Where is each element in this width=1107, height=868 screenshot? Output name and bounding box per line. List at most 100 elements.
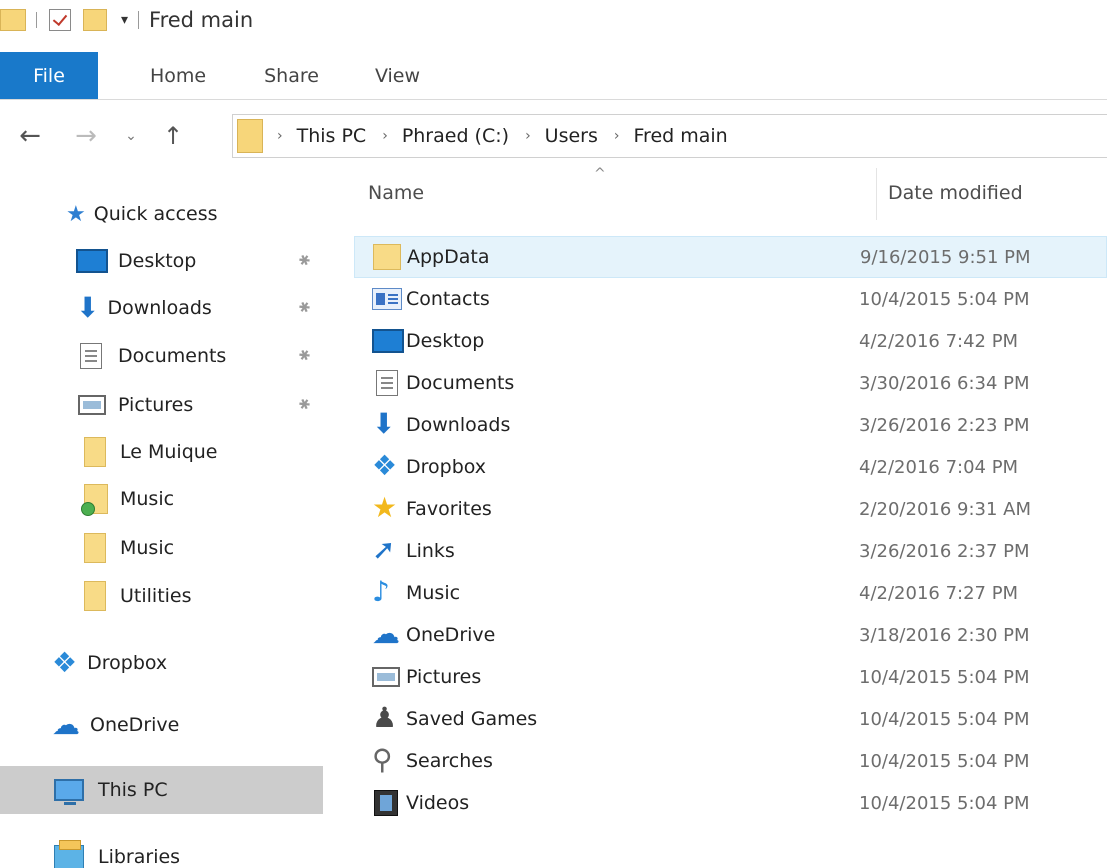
file-date-modified: 2/20/2016 9:31 AM bbox=[859, 498, 1032, 520]
file-date-modified: 10/4/2015 5:04 PM bbox=[859, 750, 1030, 772]
desktop-icon bbox=[372, 329, 404, 353]
pin-icon[interactable]: ✱ bbox=[294, 346, 313, 366]
file-row[interactable]: Documents 3/30/2016 6:34 PM bbox=[354, 362, 1107, 404]
back-arrow-icon[interactable]: ← bbox=[10, 121, 50, 151]
sidebar-item-label: Pictures bbox=[118, 394, 194, 416]
file-row[interactable]: AppData 9/16/2015 9:51 PM bbox=[354, 236, 1107, 278]
file-name: Searches bbox=[406, 750, 493, 772]
new-folder-icon[interactable] bbox=[83, 9, 107, 31]
file-date-modified: 3/30/2016 6:34 PM bbox=[859, 372, 1030, 394]
tab-view[interactable]: View bbox=[375, 52, 420, 99]
sidebar-item-label: Quick access bbox=[93, 203, 218, 225]
sidebar-item-downloads[interactable]: ⬇ Downloads ✱ bbox=[0, 287, 330, 329]
sidebar-item-this-pc[interactable]: This PC bbox=[0, 766, 323, 814]
sidebar-item-music[interactable]: Music bbox=[0, 527, 330, 569]
folder-icon[interactable] bbox=[0, 9, 26, 31]
toolbar-separator bbox=[138, 11, 140, 29]
sort-ascending-indicator: ^ bbox=[594, 166, 606, 182]
link-arrow-icon: ➚ bbox=[372, 533, 396, 566]
sidebar-item-label: Libraries bbox=[98, 846, 181, 868]
tab-file[interactable]: File bbox=[0, 52, 98, 99]
desktop-icon bbox=[76, 249, 108, 273]
sidebar-item-music-synced[interactable]: Music bbox=[0, 478, 330, 520]
file-row[interactable]: ☁ OneDrive 3/18/2016 2:30 PM bbox=[354, 614, 1107, 656]
toolbar-separator bbox=[36, 12, 37, 28]
sidebar-item-le-muique[interactable]: Le Muique bbox=[0, 431, 330, 473]
breadcrumb-fred-main[interactable]: Fred main bbox=[634, 125, 728, 147]
customize-toolbar-dropdown[interactable]: ▾ bbox=[121, 12, 128, 28]
file-row[interactable]: Pictures 10/4/2015 5:04 PM bbox=[354, 656, 1107, 698]
tab-home[interactable]: Home bbox=[150, 52, 206, 99]
column-header-name[interactable]: Name bbox=[368, 182, 424, 204]
file-row[interactable]: ➚ Links 3/26/2016 2:37 PM bbox=[354, 530, 1107, 572]
onedrive-cloud-icon: ☁ bbox=[372, 617, 400, 650]
breadcrumb-separator[interactable]: › bbox=[277, 128, 283, 144]
download-arrow-icon: ⬇ bbox=[372, 407, 396, 440]
tab-share[interactable]: Share bbox=[264, 52, 319, 99]
forward-arrow-icon[interactable]: → bbox=[66, 121, 106, 151]
sidebar-item-pictures[interactable]: Pictures ✱ bbox=[0, 384, 330, 426]
sidebar-item-desktop[interactable]: Desktop ✱ bbox=[0, 240, 330, 282]
breadcrumb-drive-c[interactable]: Phraed (C:) bbox=[402, 125, 509, 147]
sidebar-item-onedrive[interactable]: ☁ OneDrive bbox=[0, 704, 330, 746]
file-name: AppData bbox=[407, 246, 490, 268]
address-bar[interactable]: › This PC › Phraed (C:) › Users › Fred m… bbox=[232, 114, 1107, 158]
sidebar-item-label: Dropbox bbox=[87, 652, 168, 674]
file-name: Documents bbox=[406, 372, 515, 394]
sidebar-item-label: Documents bbox=[118, 345, 227, 367]
quick-access-star-icon: ★ bbox=[66, 201, 86, 227]
sidebar-item-label: Utilities bbox=[120, 585, 192, 607]
file-name: Downloads bbox=[406, 414, 511, 436]
file-date-modified: 10/4/2015 5:04 PM bbox=[859, 792, 1030, 814]
file-row[interactable]: ⬇ Downloads 3/26/2016 2:23 PM bbox=[354, 404, 1107, 446]
pin-icon[interactable]: ✱ bbox=[294, 298, 313, 318]
navigation-pane: ★ Quick access Desktop ✱ ⬇ Downloads ✱ D… bbox=[0, 180, 330, 868]
column-divider[interactable] bbox=[876, 168, 877, 220]
quick-access-toolbar: ▾ Fred main bbox=[0, 8, 253, 32]
up-arrow-icon[interactable]: ↑ bbox=[158, 122, 188, 150]
pin-icon[interactable]: ✱ bbox=[294, 251, 313, 271]
file-row[interactable]: Desktop 4/2/2016 7:42 PM bbox=[354, 320, 1107, 362]
folder-icon bbox=[84, 533, 106, 563]
breadcrumb-this-pc[interactable]: This PC bbox=[297, 125, 367, 147]
libraries-icon bbox=[54, 840, 84, 868]
breadcrumb-separator[interactable]: › bbox=[525, 128, 531, 144]
file-name: Favorites bbox=[406, 498, 492, 520]
column-header-date-modified[interactable]: Date modified bbox=[888, 182, 1023, 204]
ribbon-tabs: File Home Share View bbox=[0, 52, 1107, 100]
computer-icon bbox=[54, 779, 84, 805]
file-row[interactable]: ⚲ Searches 10/4/2015 5:04 PM bbox=[354, 740, 1107, 782]
sidebar-item-utilities[interactable]: Utilities bbox=[0, 575, 330, 617]
sidebar-item-quick-access[interactable]: ★ Quick access bbox=[0, 193, 330, 235]
sidebar-item-dropbox[interactable]: ❖ Dropbox bbox=[0, 642, 330, 684]
file-name: Links bbox=[406, 540, 455, 562]
file-row[interactable]: Contacts 10/4/2015 5:04 PM bbox=[354, 278, 1107, 320]
file-row[interactable]: Videos 10/4/2015 5:04 PM bbox=[354, 782, 1107, 824]
breadcrumb-separator[interactable]: › bbox=[614, 128, 620, 144]
file-row[interactable]: ♪ Music 4/2/2016 7:27 PM bbox=[354, 572, 1107, 614]
video-icon bbox=[374, 790, 398, 816]
sidebar-item-label: Desktop bbox=[118, 250, 197, 272]
breadcrumb-separator[interactable]: › bbox=[382, 128, 388, 144]
file-date-modified: 10/4/2015 5:04 PM bbox=[859, 666, 1030, 688]
file-date-modified: 9/16/2015 9:51 PM bbox=[860, 246, 1031, 268]
breadcrumb-users[interactable]: Users bbox=[545, 125, 598, 147]
sidebar-item-libraries[interactable]: Libraries bbox=[0, 836, 330, 868]
dropbox-icon: ❖ bbox=[372, 449, 398, 482]
recent-locations-chevron-icon[interactable]: ⌄ bbox=[120, 128, 142, 144]
file-date-modified: 4/2/2016 7:27 PM bbox=[859, 582, 1019, 604]
file-name: Saved Games bbox=[406, 708, 538, 730]
folder-icon bbox=[84, 437, 106, 467]
pin-icon[interactable]: ✱ bbox=[294, 395, 313, 415]
file-date-modified: 10/4/2015 5:04 PM bbox=[859, 288, 1030, 310]
file-row[interactable]: ★ Favorites 2/20/2016 9:31 AM bbox=[354, 488, 1107, 530]
file-date-modified: 3/18/2016 2:30 PM bbox=[859, 624, 1030, 646]
file-name: Dropbox bbox=[406, 456, 487, 478]
properties-check-icon[interactable] bbox=[49, 9, 71, 31]
file-row[interactable]: ❖ Dropbox 4/2/2016 7:04 PM bbox=[354, 446, 1107, 488]
file-row[interactable]: ♟ Saved Games 10/4/2015 5:04 PM bbox=[354, 698, 1107, 740]
sidebar-item-label: Music bbox=[120, 537, 175, 559]
sidebar-item-documents[interactable]: Documents ✱ bbox=[0, 335, 330, 377]
onedrive-cloud-icon: ☁ bbox=[52, 708, 80, 741]
contacts-icon bbox=[372, 288, 402, 310]
